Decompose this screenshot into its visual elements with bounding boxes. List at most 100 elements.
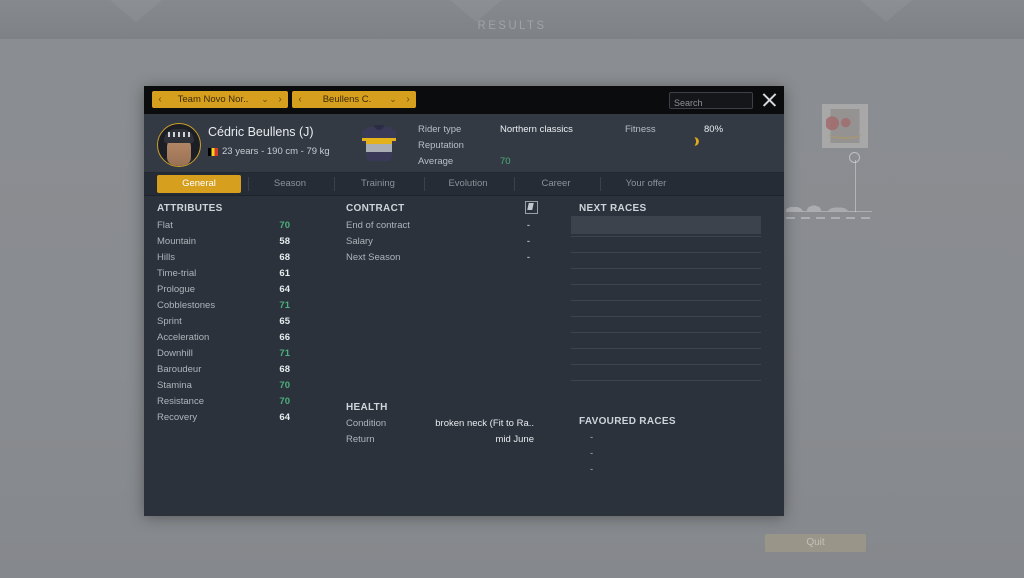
- chevron-right-icon[interactable]: ›: [272, 91, 288, 108]
- health-value: broken neck (Fit to Ra..: [435, 418, 534, 429]
- fitness-value: 80%: [704, 124, 724, 135]
- contract-label: Next Season: [346, 252, 401, 263]
- favoured-races-title: FAVOURED RACES: [579, 416, 676, 427]
- next-races-row[interactable]: [571, 252, 761, 253]
- attribute-value: 58: [279, 236, 290, 247]
- close-icon[interactable]: [760, 90, 779, 109]
- attribute-label: Time-trial: [157, 268, 197, 279]
- attribute-label: Prologue: [157, 284, 196, 295]
- attribute-value: 71: [279, 348, 290, 359]
- jersey-stripe-grey: [366, 144, 392, 152]
- rider-selector[interactable]: ‹ Beullens C. ⌄ ›: [292, 91, 416, 108]
- attribute-value: 66: [279, 332, 290, 343]
- race-logo-arc: [828, 129, 862, 139]
- avatar: [157, 123, 201, 167]
- health-label: Condition: [346, 418, 387, 429]
- team-selector-label: Team Novo Nor..: [177, 94, 249, 105]
- next-races-row[interactable]: [571, 284, 761, 285]
- quit-button[interactable]: Quit: [765, 534, 866, 552]
- next-races-row[interactable]: [571, 268, 761, 269]
- rider-profile-modal: ‹ Team Novo Nor.. ⌄ › ‹ Beullens C. ⌄ › …: [144, 86, 784, 516]
- attribute-value: 61: [279, 268, 290, 279]
- rider-header: Cédric Beullens (J) 23 years - 190 cm - …: [144, 114, 784, 173]
- attribute-label: Acceleration: [157, 332, 210, 343]
- team-selector[interactable]: ‹ Team Novo Nor.. ⌄ ›: [152, 91, 288, 108]
- chevron-right-icon[interactable]: ›: [400, 91, 416, 108]
- chevron-down-icon[interactable]: ⌄: [386, 91, 400, 108]
- attribute-value: 64: [279, 412, 290, 423]
- next-races-row-selected[interactable]: [571, 216, 761, 234]
- elevation-profile-hills: [786, 191, 872, 211]
- health-title: HEALTH: [346, 402, 388, 413]
- tab-training[interactable]: Training: [340, 175, 416, 193]
- belgium-flag-icon: [208, 148, 218, 156]
- next-races-row[interactable]: [571, 300, 761, 301]
- attribute-value: 65: [279, 316, 290, 327]
- tab-evolution[interactable]: Evolution: [430, 175, 506, 193]
- attributes-title: ATTRIBUTES: [157, 203, 223, 214]
- attribute-label: Flat: [157, 220, 173, 231]
- contract-value: -: [526, 220, 530, 231]
- background-chevron-decor: [860, 0, 912, 22]
- next-races-row[interactable]: [571, 348, 761, 349]
- rider-name: Cédric Beullens (J): [208, 125, 314, 139]
- background-chevron-decor: [110, 0, 162, 22]
- attribute-label: Sprint: [157, 316, 182, 327]
- average-label: Average: [418, 156, 454, 167]
- rider-meta: 23 years - 190 cm - 79 kg: [222, 146, 330, 157]
- attribute-label: Hills: [157, 252, 175, 263]
- chevron-down-icon[interactable]: ⌄: [258, 91, 272, 108]
- contract-title: CONTRACT: [346, 203, 405, 214]
- contract-label: Salary: [346, 236, 373, 247]
- health-value: mid June: [495, 434, 534, 445]
- attribute-value: 70: [279, 220, 290, 231]
- attribute-label: Cobblestones: [157, 300, 216, 311]
- next-races-row[interactable]: [571, 332, 761, 333]
- edit-contract-icon[interactable]: [525, 201, 538, 214]
- attribute-value: 68: [279, 252, 290, 263]
- general-tab-content: ATTRIBUTES Flat 70 Mountain 58 Hills 68 …: [144, 196, 784, 516]
- elevation-profile-dashes: [786, 217, 872, 219]
- attribute-label: Stamina: [157, 380, 192, 391]
- reputation-label: Reputation: [418, 140, 464, 151]
- attribute-value: 70: [279, 396, 290, 407]
- attribute-label: Recovery: [157, 412, 198, 423]
- attribute-label: Resistance: [157, 396, 204, 407]
- background-header-title: RESULTS: [477, 20, 547, 32]
- race-logo-icon: [822, 104, 868, 148]
- elevation-profile-baseline: [786, 211, 872, 212]
- attribute-label: Baroudeur: [157, 364, 202, 375]
- average-value: 70: [500, 156, 511, 167]
- fitness-label: Fitness: [625, 124, 656, 135]
- elevation-profile-graphic: [786, 152, 872, 221]
- elevation-profile-marker-dot: [849, 152, 860, 163]
- health-label: Return: [346, 434, 375, 445]
- search-box[interactable]: [669, 92, 753, 111]
- tab-career[interactable]: Career: [520, 175, 592, 193]
- next-races-row[interactable]: [571, 364, 761, 365]
- search-input[interactable]: [670, 95, 752, 111]
- favoured-race-item: -: [590, 464, 594, 475]
- attribute-value: 70: [279, 380, 290, 391]
- attribute-value: 71: [279, 300, 290, 311]
- avatar-helmet-icon: [164, 129, 194, 143]
- tab-bar: General Season Training Evolution Career…: [144, 173, 784, 196]
- rider-type-label: Rider type: [418, 124, 462, 135]
- tab-divider: [334, 177, 335, 191]
- next-races-row[interactable]: [571, 380, 761, 381]
- tab-season[interactable]: Season: [254, 175, 326, 193]
- background-chevron-decor: [450, 0, 502, 22]
- attribute-label: Downhill: [157, 348, 193, 359]
- tab-your-offer[interactable]: Your offer: [606, 175, 686, 193]
- tab-general[interactable]: General: [157, 175, 241, 193]
- contract-label: End of contract: [346, 220, 410, 231]
- attribute-value: 64: [279, 284, 290, 295]
- attribute-label: Mountain: [157, 236, 197, 247]
- chevron-left-icon[interactable]: ‹: [152, 91, 168, 108]
- chevron-left-icon[interactable]: ‹: [292, 91, 308, 108]
- tab-divider: [514, 177, 515, 191]
- next-races-row[interactable]: [571, 316, 761, 317]
- next-races-row[interactable]: [571, 236, 761, 237]
- team-jersey-icon: [362, 123, 396, 163]
- attribute-value: 68: [279, 364, 290, 375]
